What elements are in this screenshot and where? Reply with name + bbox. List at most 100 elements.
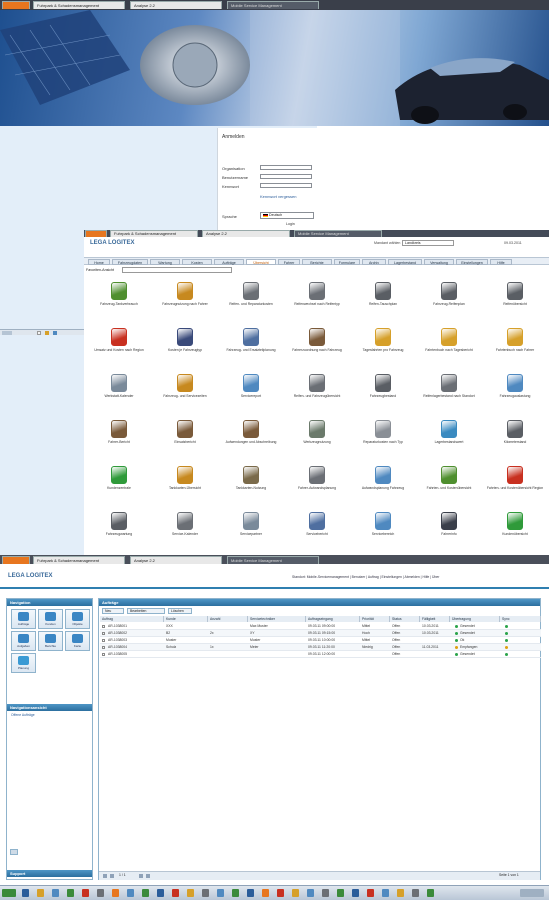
report-tile[interactable]: Fahrzeugwartung xyxy=(86,508,152,554)
column-header[interactable]: Status xyxy=(390,616,420,622)
row-checkbox[interactable] xyxy=(102,646,105,649)
column-header[interactable]: Kunde xyxy=(164,616,208,622)
column-header[interactable]: Übertragung xyxy=(450,616,500,622)
taskbar-app-icon[interactable] xyxy=(67,889,74,897)
nav-tile-objects[interactable]: Objekte xyxy=(65,609,90,629)
report-tile[interactable]: Fahrten- und Kostenübersicht xyxy=(416,462,482,508)
column-header[interactable]: Fälligkeit xyxy=(420,616,450,622)
start-button[interactable] xyxy=(2,889,16,897)
taskbar-app-icon[interactable] xyxy=(367,889,374,897)
report-tile[interactable]: Aufwendungen und Abschreibung xyxy=(218,416,284,462)
collapse-button[interactable] xyxy=(10,849,18,855)
row-checkbox[interactable] xyxy=(102,653,105,656)
menu-item[interactable]: Lagerbestand xyxy=(388,259,422,265)
browser-tab[interactable]: Mobile Service Management xyxy=(294,230,382,237)
menu-item[interactable]: Hilfe xyxy=(490,259,512,265)
tray-clock[interactable] xyxy=(520,889,544,897)
forgot-password-link[interactable]: Kennwort vergessen xyxy=(260,194,296,199)
report-tile[interactable]: Fahrzeug-Tankverbrauch xyxy=(86,278,152,324)
row-checkbox[interactable] xyxy=(102,639,105,642)
taskbar-app-icon[interactable] xyxy=(217,889,224,897)
browser-tab[interactable]: Analyse 2.2 xyxy=(130,556,222,564)
report-tile[interactable]: Fahrzeugbestand xyxy=(350,370,416,416)
prev-page-icon[interactable] xyxy=(110,874,114,878)
browser-tab[interactable]: Mobile Service Management xyxy=(227,1,319,9)
nav-tree-item[interactable]: Offene Aufträge xyxy=(11,713,35,717)
taskbar-app-icon[interactable] xyxy=(262,889,269,897)
username-input[interactable] xyxy=(260,174,312,179)
taskbar-app-icon[interactable] xyxy=(352,889,359,897)
edit-button[interactable]: Bearbeiten xyxy=(127,608,165,614)
menu-item[interactable]: Fahrzeugdaten xyxy=(112,259,148,265)
table-row[interactable]: AR-1038004 Schulz 1x Meier 09.03.11 11:20:00… xyxy=(100,644,541,651)
checkbox-icon[interactable] xyxy=(37,331,41,335)
top-navigation[interactable]: Standort: Mobile-Servicemanagement | Ben… xyxy=(292,575,439,579)
taskbar-app-icon[interactable] xyxy=(97,889,104,897)
menu-item[interactable]: Wartung xyxy=(150,259,180,265)
report-tile[interactable]: Reparaturkosten nach Typ xyxy=(350,416,416,462)
row-checkbox[interactable] xyxy=(102,625,105,628)
nav-tile-customers[interactable]: Kunden xyxy=(38,609,63,629)
nav-tile-tasks[interactable]: Aufgaben xyxy=(11,631,36,651)
language-select[interactable]: Deutsch xyxy=(260,212,314,219)
menu-item[interactable]: Fahrer xyxy=(278,259,300,265)
report-tile[interactable]: Reifenwechsel nach Reifentyp xyxy=(284,278,350,324)
report-tile[interactable]: Service-Kalender xyxy=(152,508,218,554)
column-header[interactable]: Sync xyxy=(500,616,541,622)
organisation-input[interactable] xyxy=(260,165,312,170)
support-header[interactable]: Support xyxy=(7,870,92,877)
nav-tile-map[interactable]: Karte xyxy=(65,631,90,651)
report-tile[interactable]: Fahrer-Bericht xyxy=(86,416,152,462)
report-tile[interactable]: Reifen-Tauschplan xyxy=(350,278,416,324)
browser-tab-active[interactable]: Mobile Service Management xyxy=(227,556,319,564)
taskbar-app-icon[interactable] xyxy=(277,889,284,897)
report-tile[interactable]: Fahrten- und Kostenübersicht Region xyxy=(482,462,548,508)
taskbar-app-icon[interactable] xyxy=(397,889,404,897)
taskbar-app-icon[interactable] xyxy=(202,889,209,897)
menu-item[interactable]: Archiv xyxy=(362,259,386,265)
menu-item[interactable]: Home xyxy=(88,259,110,265)
taskbar-app-icon[interactable] xyxy=(82,889,89,897)
report-tile[interactable]: Fahrtenbuch nach Tagesbericht xyxy=(416,324,482,370)
taskbar-app-icon[interactable] xyxy=(322,889,329,897)
new-button[interactable]: Neu xyxy=(102,608,124,614)
report-tile[interactable]: Lagerbestandswert xyxy=(416,416,482,462)
next-page-icon[interactable] xyxy=(139,874,143,878)
browser-menu-button[interactable] xyxy=(85,230,107,237)
table-row[interactable]: AR-1038002 B2 2x XY 09.03.11 09:15:00 Hoch Off… xyxy=(100,630,541,637)
report-tile[interactable]: Fahrerzuordnung nach Fahrzeug xyxy=(284,324,350,370)
settings-icon[interactable] xyxy=(53,331,57,335)
column-header[interactable]: Auftrag xyxy=(100,616,164,622)
nav-tile-orders[interactable]: Aufträge xyxy=(11,609,36,629)
filter-select[interactable] xyxy=(122,267,232,273)
column-header[interactable]: Anzahl xyxy=(208,616,248,622)
report-tile[interactable]: Tankkarten-Nutzung xyxy=(218,462,284,508)
report-tile[interactable]: Tankkarten-Übersicht xyxy=(152,462,218,508)
taskbar-app-icon[interactable] xyxy=(232,889,239,897)
table-row[interactable]: AR-1038005 09.03.11 12:00:00 Offen Gesendet xyxy=(100,651,541,658)
menu-item-active[interactable]: Übersicht xyxy=(246,259,276,265)
taskbar-app-icon[interactable] xyxy=(247,889,254,897)
nav-tile-reports[interactable]: Berichte xyxy=(38,631,63,651)
report-tile[interactable]: Aufwandsplanung Fahrzeug xyxy=(350,462,416,508)
taskbar-app-icon[interactable] xyxy=(142,889,149,897)
table-row[interactable]: AR-1038003 Muster Muster 09.03.11 10:00:00 M… xyxy=(100,637,541,644)
report-tile[interactable]: Umsatz und Kosten nach Region xyxy=(86,324,152,370)
report-tile[interactable]: Tagesfahrten pro Fahrzeug xyxy=(350,324,416,370)
folder-icon[interactable] xyxy=(45,331,49,335)
browser-tab-active[interactable]: Analyse 2.2 xyxy=(130,1,222,9)
row-checkbox[interactable] xyxy=(102,632,105,635)
report-tile[interactable]: Fahrzeugauslastung xyxy=(482,370,548,416)
taskbar-app-icon[interactable] xyxy=(187,889,194,897)
delete-button[interactable]: Löschen xyxy=(168,608,192,614)
report-tile[interactable]: Werkzeugnutzung xyxy=(284,416,350,462)
report-tile[interactable]: Fahrzeug- und Ersatzteilplanung xyxy=(218,324,284,370)
browser-tab[interactable]: Fuhrpark & Schadensmanagement xyxy=(110,230,198,237)
taskbar-app-icon[interactable] xyxy=(52,889,59,897)
browser-menu-button[interactable] xyxy=(2,556,30,564)
taskbar-app-icon[interactable] xyxy=(112,889,119,897)
view-toggle-button[interactable] xyxy=(2,331,12,335)
taskbar-app-icon[interactable] xyxy=(22,889,29,897)
report-tile[interactable]: Servicebereich xyxy=(350,508,416,554)
report-tile[interactable]: Fahrerinfo xyxy=(416,508,482,554)
